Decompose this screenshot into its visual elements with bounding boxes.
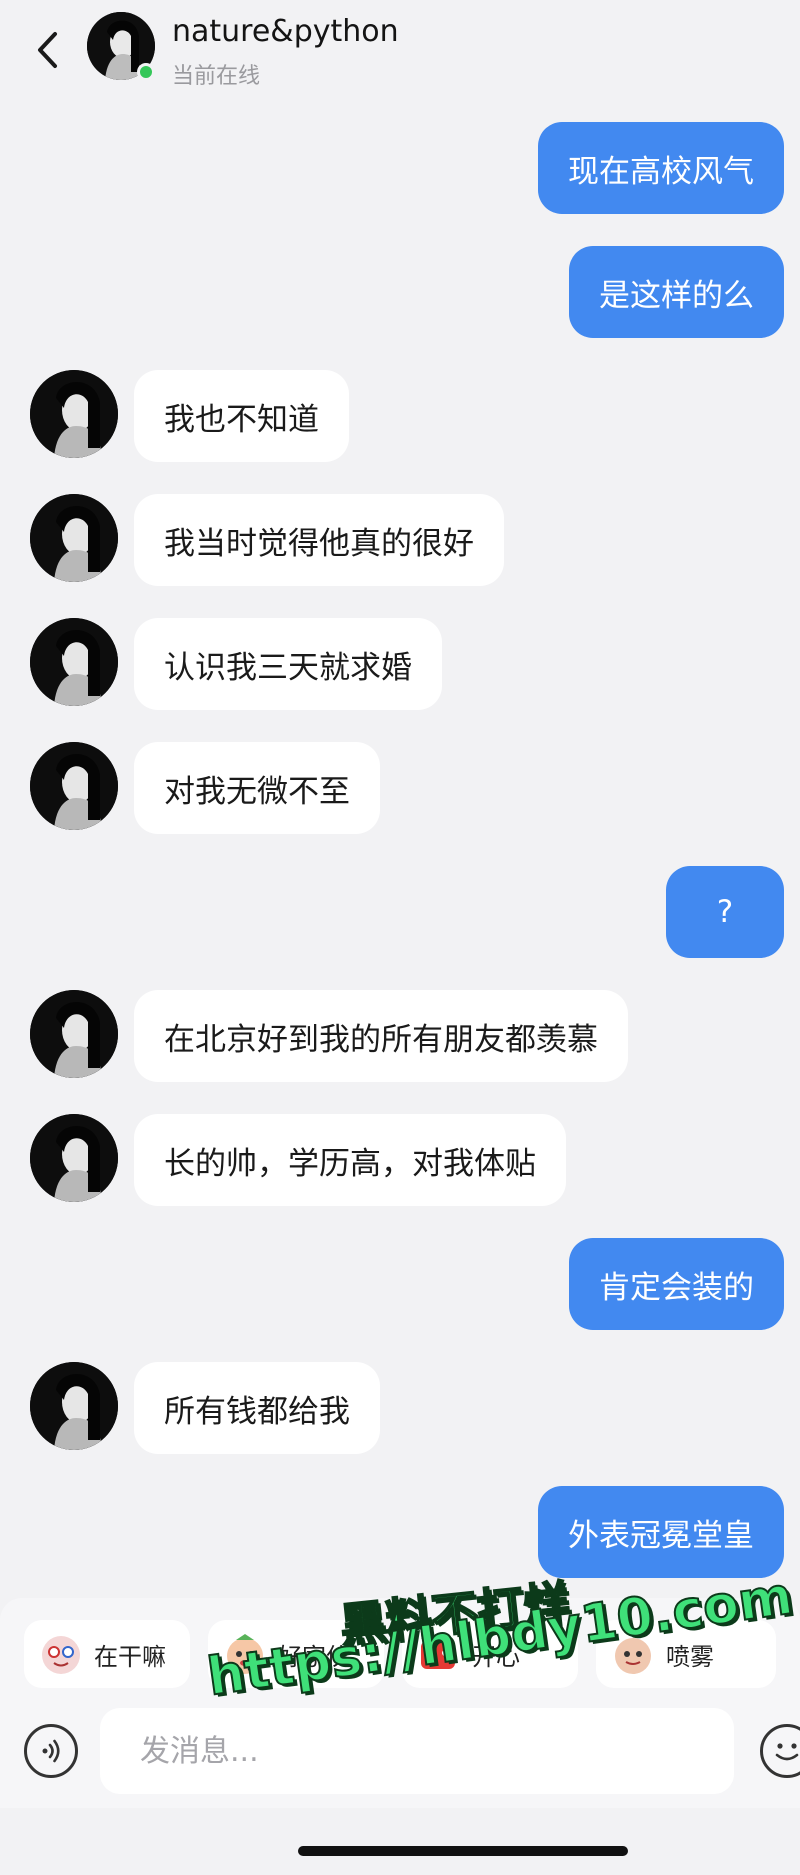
- message-row: 对我无微不至: [0, 742, 800, 838]
- emoji-button[interactable]: [760, 1724, 800, 1778]
- sender-avatar[interactable]: [30, 742, 118, 830]
- message-bubble-outgoing[interactable]: 现在高校风气: [538, 122, 784, 214]
- message-bubble-outgoing[interactable]: 肯定会装的: [569, 1238, 784, 1330]
- chat-header: nature&python 当前在线: [0, 0, 800, 110]
- contact-name[interactable]: nature&python: [172, 14, 399, 49]
- quick-reply-label: 开心: [472, 1642, 520, 1671]
- quick-reply-bar: 在干嘛 好家伙 开心 喷雾: [0, 1598, 800, 1708]
- message-bubble-outgoing[interactable]: ?: [666, 866, 784, 958]
- sender-avatar[interactable]: [30, 494, 118, 582]
- sender-avatar[interactable]: [30, 1114, 118, 1202]
- sender-avatar[interactable]: [30, 1362, 118, 1450]
- message-bubble-incoming[interactable]: 认识我三天就求婚: [134, 618, 442, 710]
- message-row: 是这样的么: [0, 246, 800, 342]
- message-row: 认识我三天就求婚: [0, 618, 800, 714]
- message-row: 在北京好到我的所有朋友都羡慕: [0, 990, 800, 1086]
- message-bubble-incoming[interactable]: 长的帅，学历高，对我体贴: [134, 1114, 566, 1206]
- voice-button[interactable]: [24, 1724, 78, 1778]
- voice-icon: [42, 1739, 60, 1763]
- quick-reply-zaiganma[interactable]: 在干嘛: [24, 1620, 190, 1688]
- message-row: 所有钱都给我: [0, 1362, 800, 1458]
- message-bubble-incoming[interactable]: 所有钱都给我: [134, 1362, 380, 1454]
- chevron-left-icon: [38, 32, 57, 68]
- quick-reply-kaixin[interactable]: 开心: [402, 1620, 578, 1688]
- message-row: 外表冠冕堂皇: [0, 1486, 800, 1582]
- message-row: 我也不知道: [0, 370, 800, 466]
- emoji-icon: [775, 1743, 799, 1761]
- sticker-icon: [615, 1638, 651, 1674]
- sender-avatar[interactable]: [30, 370, 118, 458]
- message-input-bar: [0, 1708, 800, 1808]
- message-row: 我当时觉得他真的很好: [0, 494, 800, 590]
- message-input[interactable]: [100, 1708, 734, 1794]
- sticker-icon: [42, 1636, 80, 1674]
- sticker-icon: [421, 1641, 455, 1669]
- message-row: 肯定会装的: [0, 1238, 800, 1334]
- message-bubble-incoming[interactable]: 我当时觉得他真的很好: [134, 494, 504, 586]
- quick-reply-label: 在干嘛: [94, 1642, 166, 1671]
- message-row: ?: [0, 866, 800, 962]
- message-bubble-incoming[interactable]: 对我无微不至: [134, 742, 380, 834]
- message-bubble-incoming[interactable]: 在北京好到我的所有朋友都羡慕: [134, 990, 628, 1082]
- quick-reply-label: 喷雾: [666, 1642, 714, 1671]
- sender-avatar[interactable]: [30, 618, 118, 706]
- online-indicator: [137, 63, 155, 81]
- message-bubble-incoming[interactable]: 我也不知道: [134, 370, 349, 462]
- home-indicator: [298, 1846, 628, 1856]
- quick-reply-penwu[interactable]: 喷雾: [596, 1620, 776, 1688]
- quick-reply-haojiahuo[interactable]: 好家伙: [208, 1620, 384, 1688]
- quick-reply-label: 好家伙: [278, 1642, 350, 1671]
- sticker-icon: [227, 1634, 263, 1674]
- back-button[interactable]: [30, 30, 64, 70]
- message-row: 长的帅，学历高，对我体贴: [0, 1114, 800, 1210]
- message-row: 现在高校风气: [0, 122, 800, 218]
- online-status: 当前在线: [172, 64, 261, 89]
- sender-avatar[interactable]: [30, 990, 118, 1078]
- message-bubble-outgoing[interactable]: 外表冠冕堂皇: [538, 1486, 784, 1578]
- message-bubble-outgoing[interactable]: 是这样的么: [569, 246, 784, 338]
